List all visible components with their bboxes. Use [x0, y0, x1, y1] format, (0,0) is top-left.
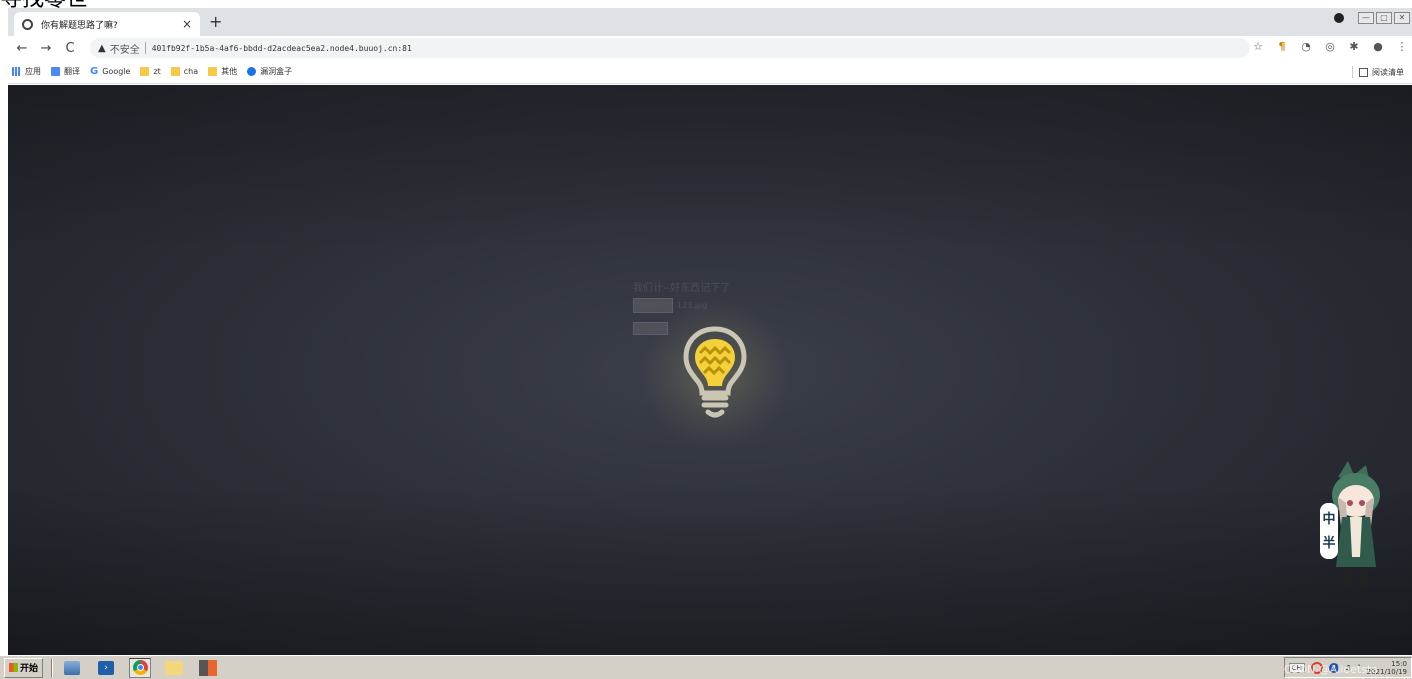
watermark: CSDN @Alioetsta — [1283, 663, 1378, 676]
reload-button[interactable]: C — [60, 41, 80, 56]
taskbar-burp[interactable] — [197, 658, 219, 678]
vulbox-icon — [247, 67, 257, 76]
chrome-icon — [132, 660, 148, 675]
page-heading: 寻找零世 — [0, 0, 200, 8]
file-row: 选择文件 123.jpg — [633, 298, 730, 313]
lightbulb-icon[interactable] — [680, 325, 750, 420]
folder-icon — [170, 67, 180, 76]
warning-icon[interactable]: ▲ — [98, 43, 106, 54]
divider — [51, 658, 54, 677]
extension-icon-3[interactable]: ◎ — [1324, 40, 1336, 53]
bookmark-folder-cha[interactable]: cha — [170, 67, 199, 76]
tab-close-button[interactable]: × — [182, 17, 192, 31]
bookmarks-bar: 应用 翻译 G Google zt cha 其他 漏洞盒子 阅读清单 — [8, 60, 1412, 84]
burp-icon — [199, 659, 218, 676]
taskbar-explorer[interactable] — [163, 658, 185, 678]
start-button[interactable]: 开始 — [4, 657, 44, 678]
apps-icon — [12, 67, 21, 76]
address-bar[interactable]: ▲ 不安全 401fb92f-1b5a-4af6-bbdd-d2acdeac5e… — [90, 38, 1250, 58]
security-label[interactable]: 不安全 — [110, 41, 140, 56]
browser-toolbar: ← → C ▲ 不安全 401fb92f-1b5a-4af6-bbdd-d2ac… — [8, 36, 1412, 60]
google-icon: G — [90, 66, 99, 77]
bookmark-label: 应用 — [25, 67, 41, 76]
browser-tab[interactable]: 你有解题思路了嘛? × — [14, 12, 200, 36]
divider — [1352, 66, 1353, 78]
bookmark-vulbox[interactable]: 漏洞盒子 — [247, 66, 292, 77]
taskbar-powershell[interactable]: › — [95, 658, 117, 678]
network-icon — [64, 660, 81, 675]
form-title: 我们计--好东西记下了 — [633, 283, 731, 294]
file-name: 123.jpg — [677, 301, 708, 310]
puzzle-icon[interactable]: ✱ — [1348, 40, 1360, 53]
close-window-button[interactable]: ✕ — [1394, 12, 1410, 24]
folder-icon — [208, 67, 218, 76]
bookmark-label: 翻译 — [64, 67, 80, 76]
minimize-button[interactable]: — — [1358, 12, 1374, 24]
mascot-char-1: 中 — [1322, 511, 1335, 527]
divider — [144, 42, 146, 54]
bookmark-folder-zt[interactable]: zt — [140, 67, 161, 76]
new-tab-button[interactable]: + — [209, 12, 222, 31]
forward-button[interactable]: → — [36, 41, 56, 56]
star-icon[interactable]: ☆ — [1252, 40, 1264, 53]
back-button[interactable]: ← — [12, 41, 32, 56]
bookmark-apps[interactable]: 应用 — [12, 66, 41, 77]
taskbar-network[interactable] — [61, 658, 83, 678]
reading-list-icon — [1359, 67, 1368, 77]
profile-icon[interactable]: ● — [1372, 40, 1384, 53]
globe-icon — [22, 18, 33, 30]
choose-file-button[interactable]: 选择文件 — [633, 298, 673, 313]
menu-icon[interactable]: ⋮ — [1396, 40, 1408, 53]
powershell-icon: › — [98, 660, 115, 675]
toolbar-actions: ☆ ¶ ◔ ◎ ✱ ● ⋮ — [1252, 40, 1408, 53]
windows-logo-icon — [9, 663, 18, 672]
bookmark-folder-other[interactable]: 其他 — [208, 66, 237, 77]
bookmark-label: 漏洞盒子 — [260, 67, 293, 76]
mascot-char-2: 半 — [1322, 535, 1335, 551]
tab-strip: 你有解题思路了嘛? × + — ▢ ✕ — [8, 8, 1412, 36]
reading-list-label: 阅读清单 — [1372, 67, 1404, 77]
page-content: 我们计--好东西记下了 选择文件 123.jpg upload 中 半 — [8, 85, 1412, 655]
bookmark-label: Google — [102, 67, 131, 76]
translate-icon — [51, 67, 60, 76]
extension-icon[interactable]: ¶ — [1276, 40, 1288, 53]
bookmark-label: zt — [153, 67, 161, 76]
reading-list-button[interactable]: 阅读清单 — [1352, 66, 1404, 78]
windows-taskbar: 开始 › CH ? ♫ ˄ 15:0 2021/10/19 — [0, 655, 1412, 679]
window-controls: — ▢ ✕ — [1334, 8, 1412, 28]
bookmark-label: cha — [183, 67, 199, 76]
taskbar-chrome[interactable] — [129, 657, 152, 678]
start-label: 开始 — [20, 664, 39, 674]
bookmark-label: 其他 — [221, 67, 238, 76]
extension-icon-2[interactable]: ◔ — [1300, 40, 1312, 53]
bookmark-translate[interactable]: 翻译 — [51, 66, 80, 77]
folder-icon — [140, 67, 150, 76]
chrome-profile-icon[interactable] — [1334, 13, 1344, 23]
folder-icon — [165, 660, 184, 675]
upload-button[interactable]: upload — [633, 322, 669, 335]
tab-title: 你有解题思路了嘛? — [41, 20, 118, 31]
url-text[interactable]: 401fb92f-1b5a-4af6-bbdd-d2acdeac5ea2.nod… — [152, 44, 412, 53]
bookmark-google[interactable]: G Google — [90, 66, 130, 77]
maximize-button[interactable]: ▢ — [1376, 12, 1392, 24]
mascot-character[interactable]: 中 半 — [1308, 457, 1398, 597]
